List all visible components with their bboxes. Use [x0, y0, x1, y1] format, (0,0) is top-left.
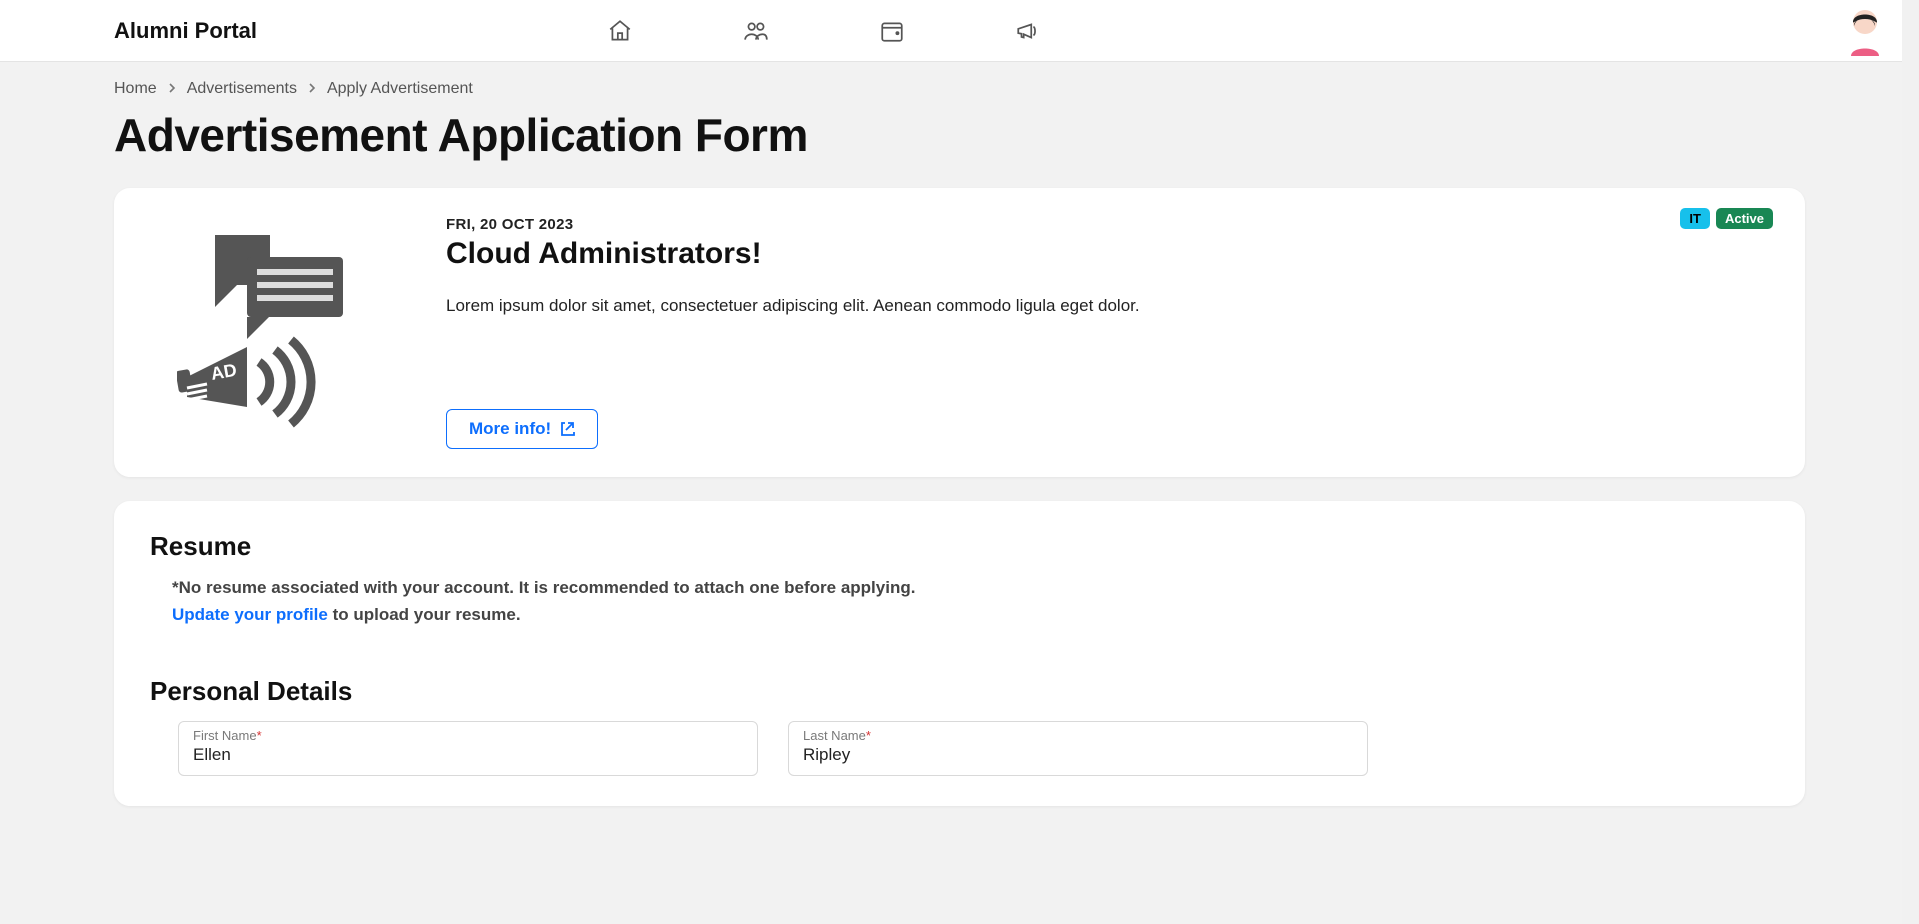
last-name-input[interactable]	[803, 745, 1353, 765]
resume-warning: *No resume associated with your account.…	[150, 574, 1769, 628]
scrollbar-track[interactable]	[1902, 0, 1919, 924]
last-name-label: Last Name*	[803, 728, 1353, 743]
update-profile-link[interactable]: Update your profile	[172, 605, 328, 624]
name-field-row: First Name* Last Name*	[150, 721, 1769, 776]
user-avatar[interactable]	[1843, 6, 1887, 56]
ad-image: AD	[142, 206, 402, 459]
calendar-icon[interactable]	[879, 18, 905, 44]
first-name-label: First Name*	[193, 728, 743, 743]
navbar-right	[1843, 6, 1887, 56]
more-info-label: More info!	[469, 419, 551, 439]
brand-title[interactable]: Alumni Portal	[114, 18, 257, 44]
ad-body: FRI, 20 OCT 2023 Cloud Administrators! L…	[402, 206, 1777, 459]
first-name-input[interactable]	[193, 745, 743, 765]
ad-title: Cloud Administrators!	[446, 237, 1777, 271]
breadcrumb-current: Apply Advertisement	[327, 80, 473, 98]
chevron-right-icon	[167, 80, 177, 98]
external-link-icon	[559, 421, 575, 437]
breadcrumb-advertisements[interactable]: Advertisements	[187, 80, 297, 98]
ad-description: Lorem ipsum dolor sit amet, consectetuer…	[446, 293, 1777, 319]
people-icon[interactable]	[743, 18, 769, 44]
badge-active: Active	[1716, 208, 1773, 229]
breadcrumb-home[interactable]: Home	[114, 80, 157, 98]
resume-heading: Resume	[150, 531, 1769, 562]
required-asterisk: *	[257, 728, 262, 743]
required-asterisk: *	[866, 728, 871, 743]
last-name-field-wrapper[interactable]: Last Name*	[788, 721, 1368, 776]
more-info-button[interactable]: More info!	[446, 409, 598, 449]
resume-card: Resume *No resume associated with your a…	[114, 501, 1805, 806]
top-navbar: Alumni Portal	[0, 0, 1919, 62]
nav-icon-group	[607, 18, 1041, 44]
resume-warning-text: *No resume associated with your account.…	[172, 578, 915, 597]
first-name-field-wrapper[interactable]: First Name*	[178, 721, 758, 776]
first-name-label-text: First Name	[193, 728, 257, 743]
home-icon[interactable]	[607, 18, 633, 44]
advertisement-card: IT Active AD	[114, 188, 1805, 477]
breadcrumb: Home Advertisements Apply Advertisement	[114, 80, 1805, 98]
page-content: Home Advertisements Apply Advertisement …	[0, 62, 1919, 890]
last-name-label-text: Last Name	[803, 728, 866, 743]
personal-details-section: Personal Details First Name* Last Name*	[150, 676, 1769, 776]
badge-it: IT	[1680, 208, 1710, 229]
navbar-left: Alumni Portal	[114, 18, 1041, 44]
personal-heading: Personal Details	[150, 676, 1769, 707]
resume-suffix: to upload your resume.	[328, 605, 521, 624]
page-title: Advertisement Application Form	[114, 108, 1805, 162]
chevron-right-icon	[307, 80, 317, 98]
ad-badges: IT Active	[1680, 208, 1773, 229]
megaphone-icon[interactable]	[1015, 18, 1041, 44]
ad-date: FRI, 20 OCT 2023	[446, 216, 1777, 233]
